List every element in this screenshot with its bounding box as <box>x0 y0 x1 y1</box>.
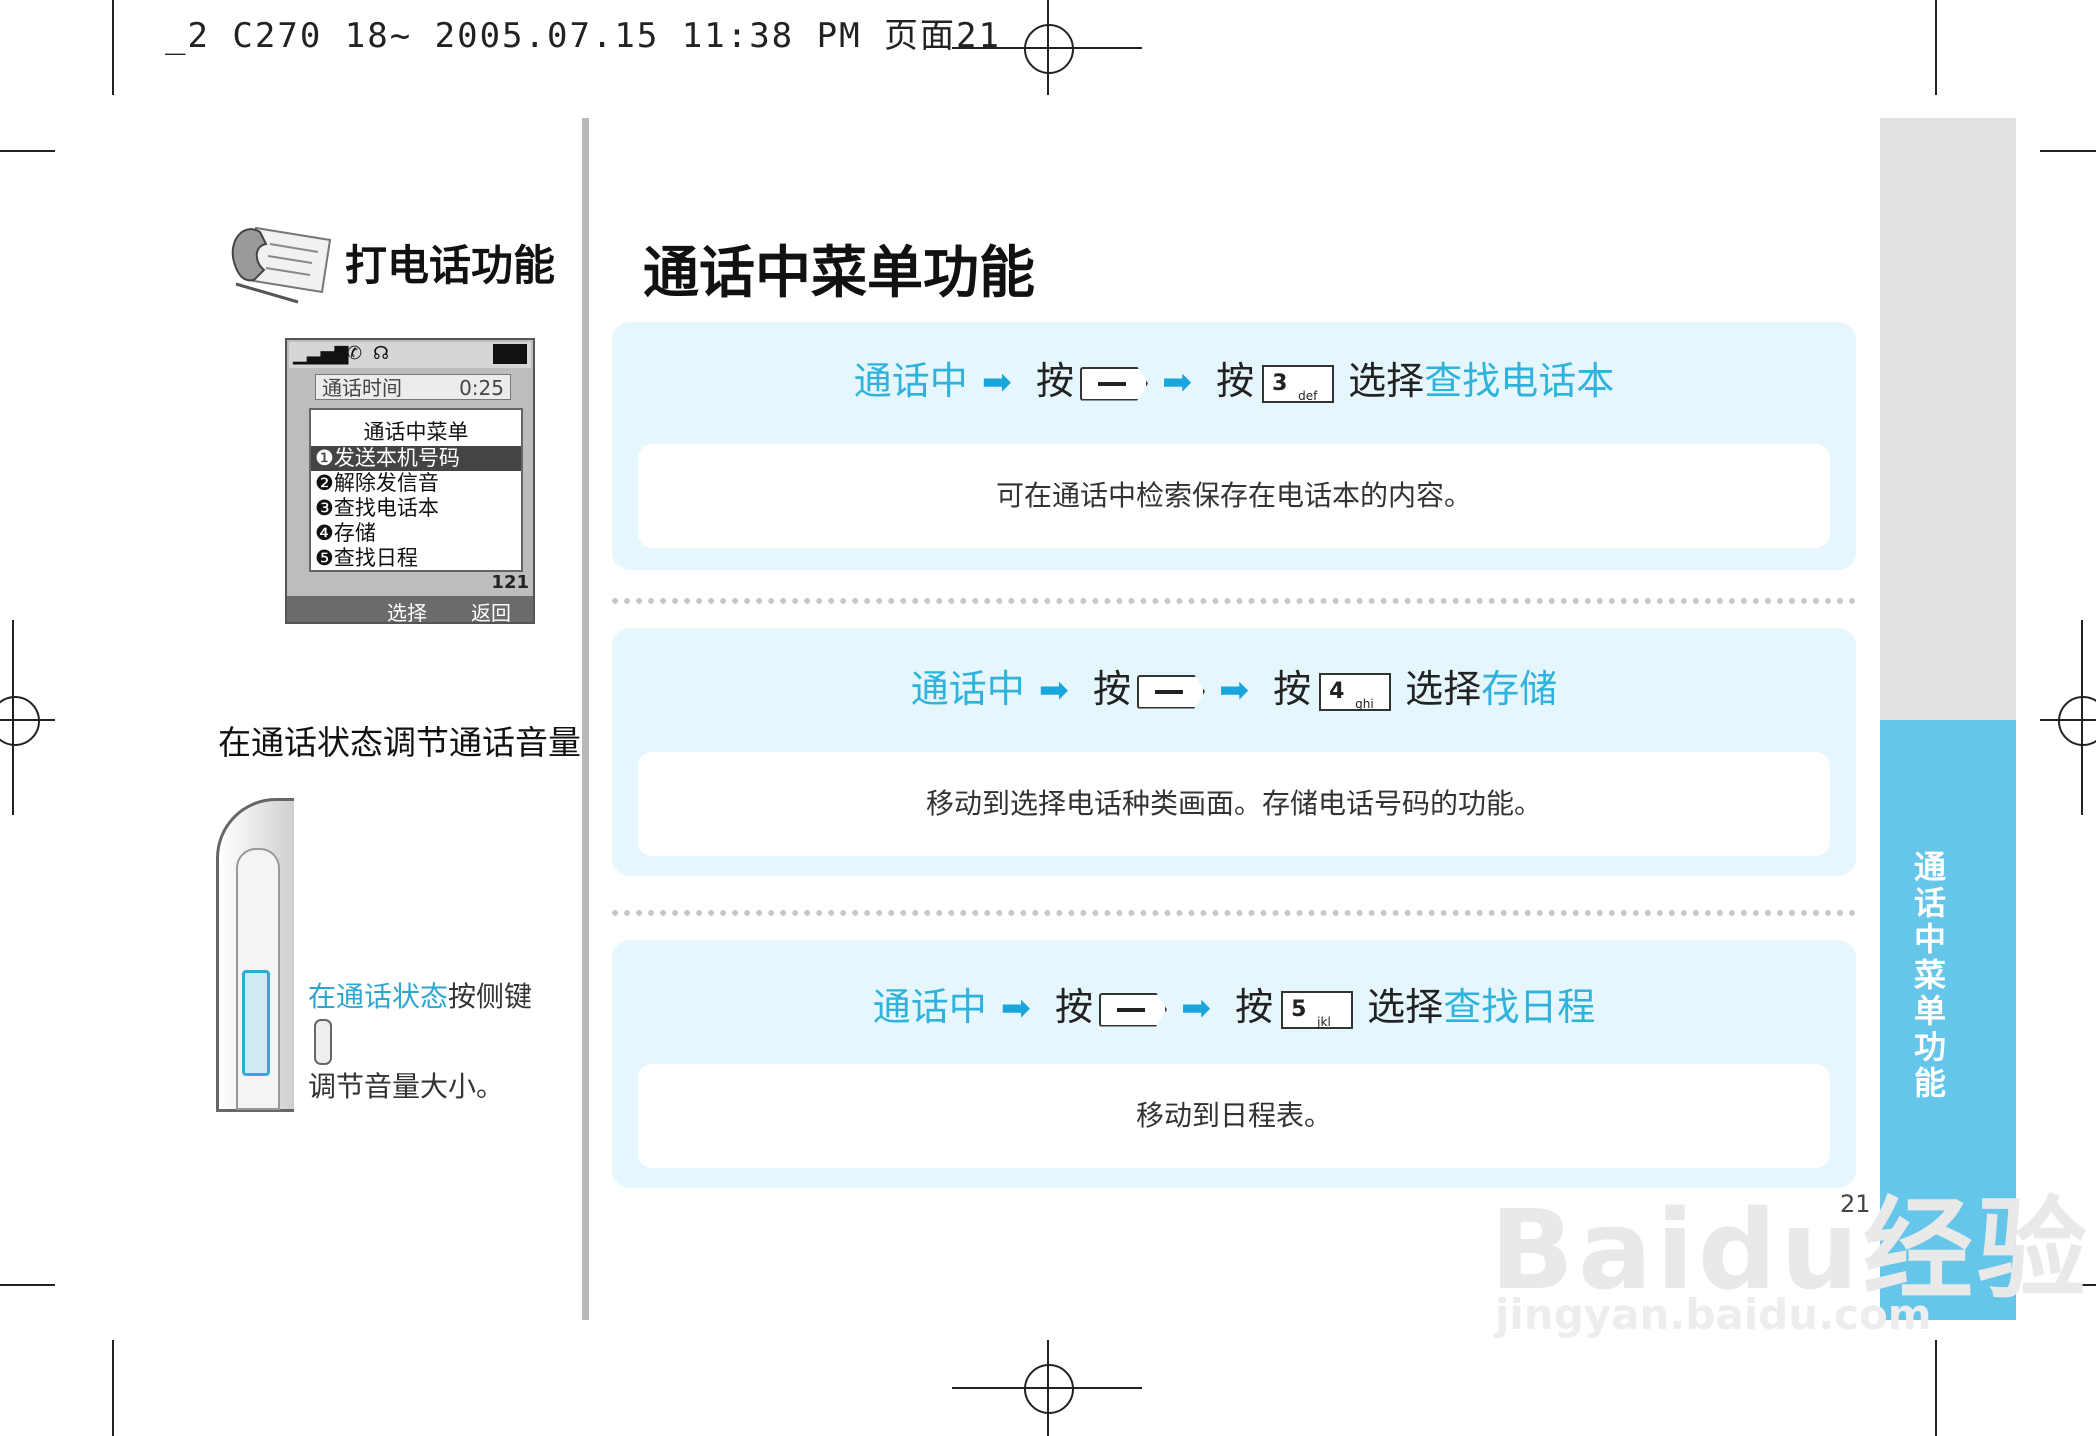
volume-heading: 在通话状态调节通话音量 <box>218 723 581 762</box>
registration-mark <box>1024 1364 1074 1414</box>
in-call-label: 通话中 <box>872 985 987 1029</box>
watermark-url: jingyan.baidu.com <box>1495 1290 1932 1339</box>
arrow-right-icon: ➡ <box>981 362 1012 403</box>
number-key-icon: 4 ghi <box>1319 672 1392 711</box>
press-label: 按 <box>1235 985 1274 1029</box>
registration-mark <box>2058 696 2096 746</box>
arrow-right-icon: ➡ <box>1218 670 1250 711</box>
step-panel: 通话中 ➡ 按 ➡ 按 4 ghi 选择存储 移动到选择电话种类画面。存储电话号码的功能。 <box>612 628 1856 876</box>
step-target: 查找电话本 <box>1424 359 1615 403</box>
step-panel: 通话中 ➡ 按 ➡ 按 3 def 选择查找电话本 可在通话中检索保存在电话本的内容。 <box>612 322 1856 570</box>
step-target: 查找日程 <box>1443 985 1596 1029</box>
dotted-separator <box>612 910 1856 916</box>
registration-mark-v <box>1047 1340 1049 1436</box>
dotted-separator <box>612 598 1856 604</box>
registration-mark-v <box>12 620 14 815</box>
page-title: 通话中菜单功能 <box>643 241 1035 306</box>
headset-icon: ☊ <box>373 343 389 364</box>
battery-icon <box>493 344 527 364</box>
crop-mark <box>2040 150 2096 152</box>
volume-note-highlight: 在通话状态 <box>308 980 449 1013</box>
arrow-right-icon: ➡ <box>1038 670 1069 711</box>
side-key-icon <box>314 1019 332 1065</box>
arrow-right-icon: ➡ <box>1000 988 1031 1029</box>
registration-mark-v <box>2081 620 2083 815</box>
crop-mark <box>1935 1340 1937 1436</box>
crop-mark <box>112 1340 114 1436</box>
menu-item[interactable]: ❶发送本机号码 <box>311 446 521 471</box>
crop-mark <box>112 0 114 95</box>
registration-mark-v <box>1047 0 1049 95</box>
menu-softkey-icon <box>1098 992 1167 1027</box>
press-label: 按 <box>1216 359 1255 403</box>
in-call-label: 通话中 <box>910 667 1025 711</box>
menu-item[interactable]: ❷解除发信音 <box>311 471 521 496</box>
press-label: 按 <box>1054 985 1093 1029</box>
menu-item[interactable]: ❺查找日程 <box>311 546 521 571</box>
menu-softkey-icon <box>1136 674 1205 709</box>
number-key-icon: 3 def <box>1262 364 1335 403</box>
press-label: 按 <box>1035 359 1074 403</box>
volume-note-text-2: 调节音量大小。 <box>308 1070 505 1103</box>
softkey-select[interactable]: 选择 <box>387 597 427 626</box>
column-divider <box>582 118 589 1320</box>
step-description: 移动到日程表。 <box>638 1064 1830 1168</box>
select-label: 选择 <box>1405 667 1482 711</box>
softkey-bar: 选择 返回 <box>287 596 533 625</box>
softkey-back[interactable]: 返回 <box>471 597 511 626</box>
in-call-label: 通话中 <box>853 359 968 403</box>
select-label: 选择 <box>1348 359 1425 403</box>
counter: 121 <box>491 572 529 593</box>
menu-item[interactable]: ❸查找电话本 <box>311 496 521 521</box>
status-bar: ▁▃▅▇ ✆ ☊ <box>289 342 531 368</box>
section-title: 打电话功能 <box>345 241 556 290</box>
menu-title: 通话中菜单 <box>363 420 469 444</box>
print-header: _2 C270 18~ 2005.07.15 11:38 PM 页面21 <box>165 16 1001 56</box>
crop-mark <box>1935 0 1937 95</box>
arrow-right-icon: ➡ <box>1180 988 1212 1029</box>
registration-mark <box>1024 24 1074 74</box>
arrow-right-icon: ➡ <box>1161 362 1193 403</box>
press-label: 按 <box>1273 667 1312 711</box>
registration-mark-h <box>2040 719 2096 721</box>
step-panel: 通话中 ➡ 按 ➡ 按 5 jkl 选择查找日程 移动到日程表。 <box>612 940 1856 1188</box>
menu-softkey-icon <box>1079 366 1148 401</box>
menu-item[interactable]: ❹存储 <box>311 521 521 546</box>
call-icon: ✆ <box>347 343 363 364</box>
step-instruction: 通话中 ➡ 按 ➡ 按 5 jkl 选择查找日程 <box>612 976 1856 1031</box>
call-time-label: 通话时间 <box>322 376 402 400</box>
volume-note: 在通话状态按侧键 调节音量大小。 <box>308 975 548 1109</box>
phone-screen: ▁▃▅▇ ✆ ☊ 通话时间 0:25 通话中菜单 ❶发送本机号码 ❷解除发信音 … <box>285 338 535 625</box>
signal-icon: ▁▃▅▇ <box>293 344 349 365</box>
step-instruction: 通话中 ➡ 按 ➡ 按 4 ghi 选择存储 <box>612 658 1856 713</box>
crop-mark <box>0 1284 55 1286</box>
registration-mark <box>0 696 40 746</box>
phone-handset-icon <box>231 226 332 304</box>
side-tab-grey <box>1880 118 2016 720</box>
step-instruction: 通话中 ➡ 按 ➡ 按 3 def 选择查找电话本 <box>612 350 1856 405</box>
volume-note-text: 按侧键 <box>448 980 533 1013</box>
in-call-menu: 通话中菜单 ❶发送本机号码 ❷解除发信音 ❸查找电话本 ❹存储 ❺查找日程 <box>309 408 523 572</box>
select-label: 选择 <box>1367 985 1444 1029</box>
press-label: 按 <box>1092 667 1131 711</box>
number-key-icon: 5 jkl <box>1281 990 1354 1029</box>
step-description: 移动到选择电话种类画面。存储电话号码的功能。 <box>638 752 1830 856</box>
registration-mark-h <box>0 719 55 721</box>
side-tab-label: 通话中菜单功能 <box>1909 850 1947 1102</box>
step-target: 存储 <box>1481 667 1558 711</box>
call-time-value: 0:25 <box>459 376 504 400</box>
volume-side-key[interactable] <box>242 970 270 1076</box>
call-time-bar: 通话时间 0:25 <box>315 374 511 400</box>
step-description: 可在通话中检索保存在电话本的内容。 <box>638 444 1830 548</box>
crop-mark <box>0 150 55 152</box>
